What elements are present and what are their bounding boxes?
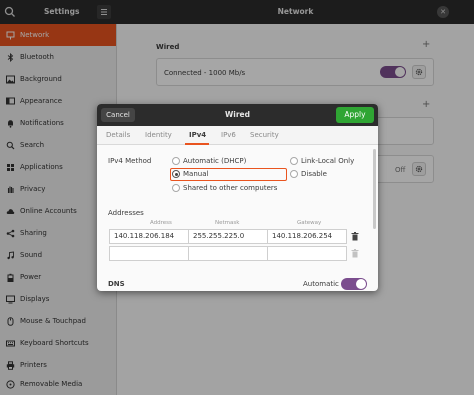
radio-shared[interactable] — [172, 184, 180, 192]
radio-label-manual: Manual — [183, 170, 209, 178]
netmask-field-empty[interactable] — [188, 246, 268, 261]
apply-button[interactable]: Apply — [336, 107, 374, 123]
dialog-tabs: Details Identity IPv4 IPv6 Security — [97, 126, 378, 145]
column-gateway: Gateway — [297, 220, 322, 226]
gateway-field[interactable]: 140.118.206.254 — [267, 229, 347, 244]
trash-icon[interactable] — [351, 232, 359, 241]
radio-link-local[interactable] — [290, 157, 298, 165]
radio-label-automatic-dhcp: Automatic (DHCP) — [183, 157, 247, 165]
address-field[interactable]: 140.118.206.184 — [109, 229, 189, 244]
addresses-label: Addresses — [108, 209, 144, 217]
wired-dialog: Cancel Wired Apply Details Identity IPv4… — [97, 104, 378, 291]
radio-manual[interactable] — [172, 170, 180, 178]
dns-automatic-toggle[interactable] — [341, 278, 367, 290]
ipv4-method-label: IPv4 Method — [108, 157, 152, 165]
tab-details[interactable]: Details — [106, 131, 130, 139]
settings-window: Settings Network ✕ Network Bluetooth Bac… — [0, 0, 474, 395]
radio-disable[interactable] — [290, 170, 298, 178]
column-address: Address — [150, 220, 172, 226]
radio-label-disable: Disable — [301, 170, 327, 178]
tab-identity[interactable]: Identity — [145, 131, 172, 139]
tab-security[interactable]: Security — [250, 131, 279, 139]
radio-automatic-dhcp[interactable] — [172, 157, 180, 165]
dialog-scrollbar[interactable] — [373, 149, 376, 229]
dns-automatic-label: Automatic — [303, 280, 339, 288]
column-netmask: Netmask — [215, 220, 240, 226]
active-tab-indicator — [185, 143, 209, 145]
radio-label-link-local: Link-Local Only — [301, 157, 355, 165]
dialog-header: Cancel Wired Apply — [97, 104, 378, 126]
trash-icon-disabled — [351, 249, 359, 258]
radio-label-shared: Shared to other computers — [183, 184, 278, 192]
dns-label: DNS — [108, 280, 125, 288]
gateway-field-empty[interactable] — [267, 246, 347, 261]
address-field-empty[interactable] — [109, 246, 189, 261]
netmask-field[interactable]: 255.255.225.0 — [188, 229, 268, 244]
tab-ipv6[interactable]: IPv6 — [221, 131, 236, 139]
tab-ipv4[interactable]: IPv4 — [189, 131, 206, 139]
